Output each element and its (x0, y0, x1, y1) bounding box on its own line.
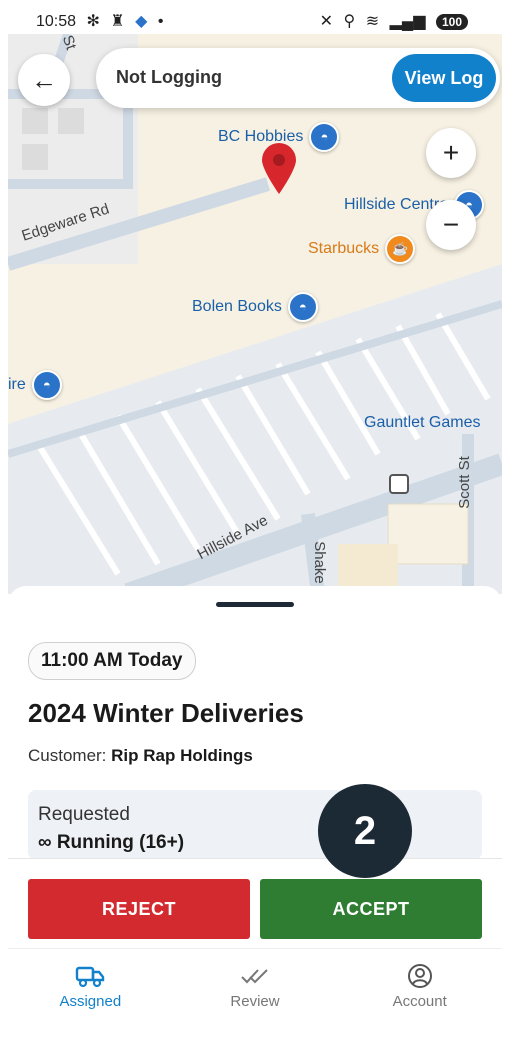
back-button[interactable]: ← (18, 54, 70, 106)
status-right: ✕ ⚲ ≋ ▂▄▆ 100 (320, 11, 474, 31)
zoom-in-button[interactable]: + (426, 128, 476, 178)
log-status-text: Not Logging (116, 67, 222, 87)
plus-icon: + (442, 137, 460, 168)
requested-label: Requested (38, 804, 130, 825)
dot-icon: • (157, 13, 164, 30)
status-bar: 10:58 ✻ ♜ ◆ • ✕ ⚲ ≋ ▂▄▆ 100 (8, 8, 502, 34)
reject-button[interactable]: REJECT (28, 879, 250, 939)
bottom-nav: Assigned Review Account (8, 948, 502, 1020)
clock: 10:58 (36, 13, 77, 30)
wifi-icon: ≋ (365, 13, 380, 30)
truck-icon (75, 961, 105, 991)
diamond-icon: ◆ (135, 13, 148, 30)
shopping-bag-icon: ◓ (309, 122, 340, 152)
action-bar: REJECT ACCEPT (8, 858, 502, 949)
customer-label: Customer: (28, 746, 107, 765)
requested-value: ∞ Running (16+) (38, 832, 185, 853)
poi-label: Gauntlet Games (364, 414, 481, 431)
nav-label: Assigned (59, 992, 122, 1010)
nav-assigned[interactable]: Assigned (8, 949, 173, 1020)
poi-label: Bolen Books (192, 298, 282, 315)
poi-label: Starbucks (308, 240, 380, 257)
nav-review[interactable]: Review (173, 949, 338, 1020)
log-status-pill: Not Logging View Log (96, 48, 500, 108)
customer-line: Customer: Rip Rap Holdings (28, 746, 253, 766)
signal-icon: ▂▄▆ (389, 13, 426, 30)
accept-button[interactable]: ACCEPT (260, 879, 482, 939)
job-detail-sheet: 11:00 AM Today 2024 Winter Deliveries Cu… (8, 586, 502, 1020)
mute-icon: ✕ (319, 13, 334, 30)
account-icon (407, 961, 433, 991)
customer-name: Rip Rap Holdings (111, 746, 253, 765)
nav-account[interactable]: Account (337, 949, 502, 1020)
arrow-left-icon: ← (31, 64, 57, 95)
double-check-icon (240, 961, 270, 991)
poi-partial[interactable]: ire ◓ (8, 370, 62, 400)
time-chip: 11:00 AM Today (28, 642, 196, 680)
shopping-bag-icon: ◓ (287, 292, 318, 322)
zoom-out-button[interactable]: − (426, 200, 476, 250)
top-bar: ← Not Logging View Log (18, 48, 500, 108)
phone-screen: 10:58 ✻ ♜ ◆ • ✕ ⚲ ≋ ▂▄▆ 100 BC Hobbies ◓… (8, 8, 502, 1020)
tower-icon: ♜ (110, 13, 125, 30)
step-number-badge: 2 (318, 784, 412, 878)
minus-icon: − (442, 209, 460, 240)
poi-gauntlet-games[interactable]: Gauntlet Games (364, 414, 481, 432)
street-shake: Shake (310, 541, 328, 584)
map-view[interactable]: BC Hobbies ◓ Hillside Centre ◓ Starbucks… (8, 34, 502, 594)
coffee-cup-icon: ☕ (385, 234, 416, 264)
street-scott-st: Scott St (455, 456, 473, 509)
battery-icon: 100 (435, 14, 468, 30)
poi-starbucks[interactable]: Starbucks ☕ (308, 234, 416, 264)
transit-stop-icon[interactable] (389, 474, 409, 494)
status-left: 10:58 ✻ ♜ ◆ • (36, 11, 170, 31)
snowflake-icon: ✻ (86, 13, 100, 30)
nav-label: Account (392, 992, 447, 1010)
location-icon: ⚲ (343, 13, 356, 30)
shopping-bag-icon: ◓ (31, 370, 62, 400)
poi-label: ire (8, 376, 26, 393)
poi-bolen-books[interactable]: Bolen Books ◓ (192, 292, 318, 322)
job-title: 2024 Winter Deliveries (28, 698, 304, 728)
view-log-button[interactable]: View Log (392, 54, 496, 102)
nav-label: Review (230, 992, 280, 1010)
requested-box: Requested ∞ Running (16+) (28, 790, 482, 860)
sheet-drag-handle[interactable] (216, 602, 294, 607)
